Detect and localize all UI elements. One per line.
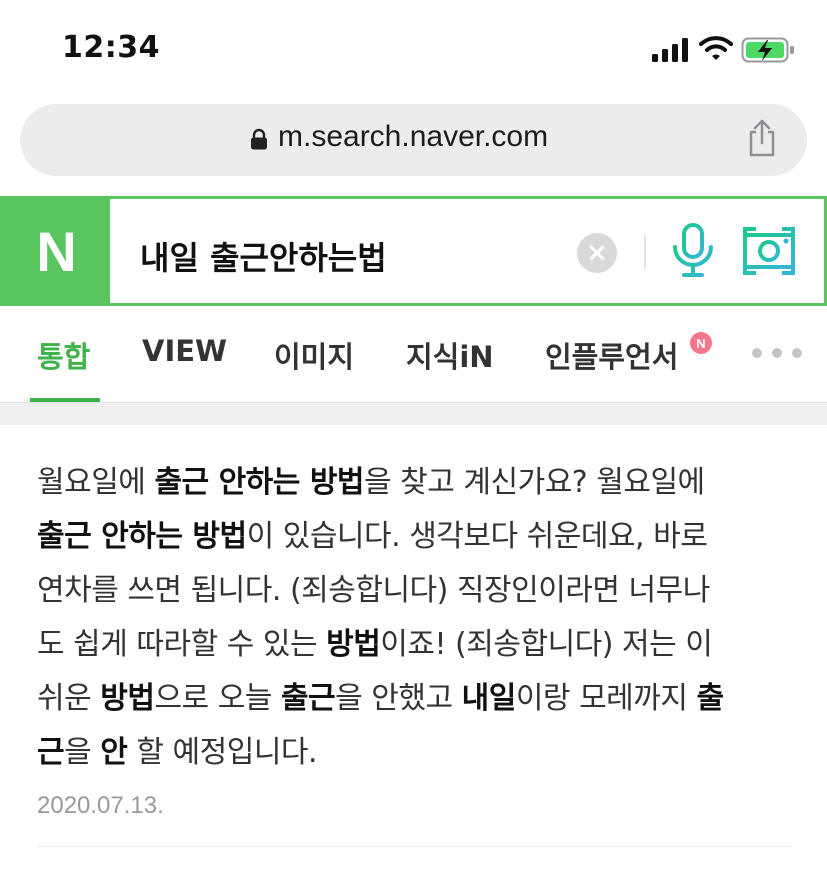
post-date: 2020.07.13.	[37, 792, 164, 819]
tab-integrated[interactable]: 통합	[37, 334, 90, 376]
snippet-line: 출근 안하는 방법이 있습니다. 생각보다 쉬운데요, 바로	[37, 510, 807, 564]
divider	[37, 846, 792, 847]
tab-images[interactable]: 이미지	[274, 334, 354, 376]
share-icon[interactable]	[746, 118, 778, 158]
snippet-text: 이죠! (죄송합니다) 저는 이	[380, 627, 713, 662]
naver-logo-text: N	[36, 219, 77, 283]
microphone-icon[interactable]	[669, 223, 717, 279]
search-input[interactable]: 내일 출근안하는법	[140, 233, 387, 279]
tab-view[interactable]: VIEW	[142, 334, 227, 368]
status-bar: 12:34	[0, 0, 827, 100]
divider	[644, 235, 646, 269]
snippet-text: 연차를 쓰면 됩니다. (죄송합니다) 직장인이라면 너무나	[37, 573, 710, 608]
lock-icon	[251, 128, 267, 150]
naver-logo[interactable]: N	[3, 199, 110, 303]
highlighted-keyword: 근	[37, 735, 65, 770]
cellular-signal-icon	[652, 38, 688, 62]
url-text: m.search.naver.com	[278, 120, 549, 153]
snippet-text: 도 쉽게 따라할 수 있는	[37, 627, 327, 662]
more-tabs-icon[interactable]	[752, 348, 812, 360]
snippet-text: 이 있습니다. 생각보다 쉬운데요, 바로	[246, 519, 708, 554]
search-tabs: 통합 VIEW 이미지 지식iN 인플루언서	[0, 306, 827, 402]
tab-influencer[interactable]: 인플루언서	[545, 334, 678, 376]
highlighted-keyword: 내일	[461, 681, 517, 716]
snippet-line: 연차를 쓰면 됩니다. (죄송합니다) 직장인이라면 너무나	[37, 564, 807, 618]
snippet-text: 으로 오늘	[154, 681, 281, 716]
snippet-line: 쉬운 방법으로 오늘 출근을 안했고 내일이랑 모레까지 출	[37, 672, 807, 726]
highlighted-keyword: 방법	[100, 681, 155, 716]
snippet-line: 도 쉽게 따라할 수 있는 방법이죠! (죄송합니다) 저는 이	[37, 618, 807, 672]
snippet-line: 근을 안 할 예정입니다.	[37, 726, 807, 780]
close-icon: ×	[586, 238, 608, 268]
snippet-text: 할 예정입니다.	[127, 735, 318, 770]
section-divider	[0, 402, 827, 425]
result-snippet[interactable]: 월요일에 출근 안하는 방법을 찾고 계신가요? 월요일에 출근 안하는 방법이 …	[37, 456, 807, 780]
snippet-line: 월요일에 출근 안하는 방법을 찾고 계신가요? 월요일에	[37, 456, 807, 510]
battery-charging-icon	[741, 37, 794, 63]
highlighted-keyword: 출근	[280, 681, 336, 716]
highlighted-keyword: 출	[696, 681, 725, 716]
clear-search-button[interactable]: ×	[577, 233, 617, 273]
snippet-text: 월요일에	[37, 465, 155, 500]
status-time: 12:34	[62, 30, 160, 65]
snippet-text: 이랑 모레까지	[515, 681, 697, 716]
tab-knowledge-in[interactable]: 지식iN	[406, 334, 494, 376]
snippet-text: 을 안했고	[335, 681, 462, 716]
camera-lens-icon[interactable]	[742, 225, 796, 277]
highlighted-keyword: 출근 안하는 방법	[154, 465, 365, 500]
address-bar[interactable]: m.search.naver.com	[20, 104, 807, 176]
wifi-icon	[699, 36, 733, 60]
snippet-text: 을	[64, 735, 101, 770]
snippet-text: 을 찾고 계신가요? 월요일에	[364, 465, 705, 500]
new-badge: N	[690, 332, 712, 354]
highlighted-keyword: 안	[100, 735, 128, 770]
highlighted-keyword: 방법	[326, 627, 381, 662]
snippet-text: 쉬운	[37, 681, 101, 716]
search-box: N 내일 출근안하는법 ×	[0, 196, 827, 306]
highlighted-keyword: 출근 안하는 방법	[37, 519, 247, 554]
